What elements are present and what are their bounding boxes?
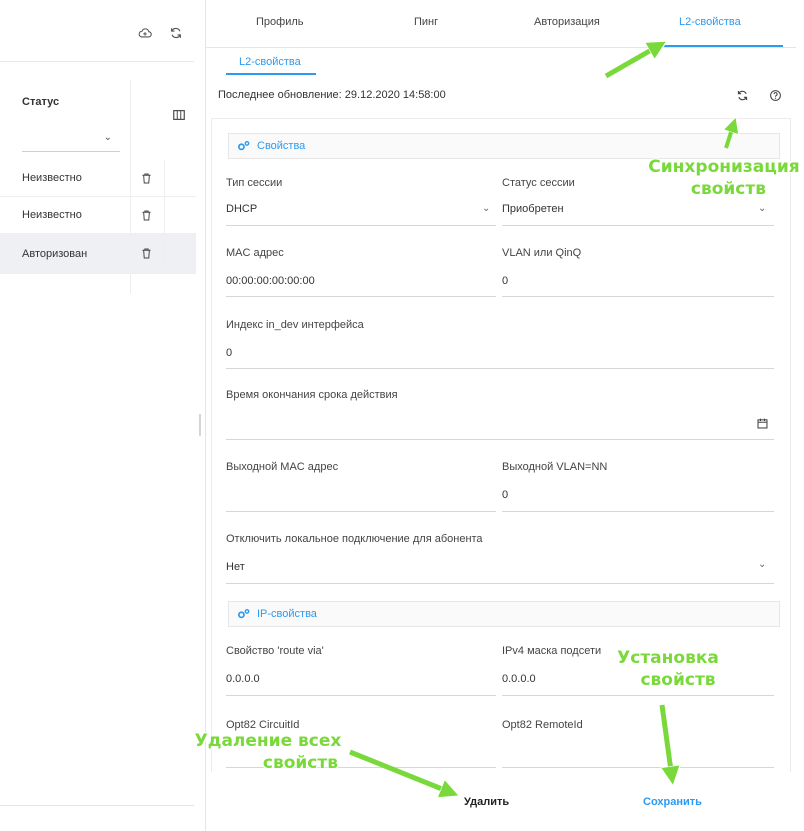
- route-via-label: Свойство 'route via': [226, 645, 324, 657]
- disable-local-label: Отключить локальное подключение для абон…: [226, 533, 483, 545]
- active-tab-indicator: [663, 45, 783, 47]
- table-row-selected[interactable]: Авторизован: [0, 234, 196, 274]
- annotation-line: свойств: [262, 753, 338, 773]
- out-mac-label: Выходной MAC адрес: [226, 461, 339, 473]
- cloud-add-icon[interactable]: [136, 24, 154, 42]
- ipv4-mask-value: 0.0.0.0: [502, 673, 536, 685]
- columns-icon[interactable]: [172, 108, 188, 124]
- route-via-value: 0.0.0.0: [226, 673, 260, 685]
- trash-icon[interactable]: [138, 246, 154, 262]
- vlan-qinq-label: VLAN или QinQ: [502, 247, 582, 259]
- annotation-line: свойств: [640, 670, 716, 690]
- row-status: Неизвестно: [22, 172, 82, 184]
- field-underline: [226, 583, 774, 584]
- status-filter-select[interactable]: ⌄: [22, 130, 120, 152]
- field-underline: [502, 695, 774, 696]
- left-panel: Статус ⌄ Неизвестно Неизвестно Авторизов…: [0, 0, 196, 831]
- mac-address-value: 00:00:00:00:00:00: [226, 275, 315, 287]
- disable-local-value: Нет: [226, 561, 245, 573]
- annotation-line: свойств: [690, 179, 766, 199]
- field-underline: [226, 439, 774, 440]
- form-footer: Удалить Сохранить: [206, 778, 796, 831]
- table-row[interactable]: Неизвестно: [0, 197, 196, 234]
- refresh-icon[interactable]: [167, 24, 185, 42]
- field-underline: [226, 695, 496, 696]
- left-toolbar: [0, 0, 194, 62]
- section-title: Свойства: [257, 140, 306, 152]
- vlan-qinq-value: 0: [502, 275, 509, 287]
- right-panel: Профиль Пинг Авторизация L2-свойства L2-…: [205, 0, 804, 831]
- left-bottom-divider: [0, 805, 194, 806]
- field-underline: [226, 296, 496, 297]
- row-divider: [164, 197, 165, 233]
- help-icon[interactable]: [767, 87, 783, 103]
- calendar-icon[interactable]: [756, 417, 770, 431]
- tab-bar: Профиль Пинг Авторизация L2-свойства: [206, 0, 796, 48]
- chevron-down-icon: ⌄: [758, 559, 767, 570]
- field-underline: [502, 511, 774, 512]
- refresh-icon[interactable]: [734, 87, 750, 103]
- opt82-remote-label: Opt82 RemoteId: [502, 719, 583, 731]
- delete-button[interactable]: Удалить: [464, 796, 509, 808]
- last-update-text: Последнее обновление: 29.12.2020 14:58:0…: [218, 89, 446, 101]
- field-underline: [226, 511, 496, 512]
- chevron-down-icon: ⌄: [482, 203, 491, 214]
- chevron-down-icon: ⌄: [758, 203, 767, 214]
- subtab-l2-properties[interactable]: L2-свойства: [239, 56, 301, 68]
- field-underline: [502, 296, 774, 297]
- annotation-sync: Синхронизация свойств: [644, 156, 804, 200]
- session-type-label: Тип сессии: [226, 177, 283, 189]
- save-button[interactable]: Сохранить: [643, 796, 702, 808]
- in-dev-index-label: Индекс in_dev интерфейса: [226, 319, 364, 331]
- subtab-indicator: [226, 73, 316, 75]
- out-vlan-label: Выходной VLAN=NN: [502, 461, 608, 473]
- gears-icon: [237, 608, 251, 620]
- status-column-label: Статус: [22, 96, 60, 108]
- field-underline: [226, 368, 774, 369]
- tab-l2-properties[interactable]: L2-свойства: [679, 16, 741, 28]
- session-status-value: Приобретен: [502, 203, 564, 215]
- trash-icon[interactable]: [138, 207, 154, 223]
- expiry-time-label: Время окончания срока действия: [226, 389, 398, 401]
- field-underline: [502, 767, 774, 768]
- tab-authorization[interactable]: Авторизация: [534, 16, 600, 28]
- row-divider: [164, 160, 165, 196]
- section-title: IP-свойства: [257, 608, 317, 620]
- row-status: Авторизован: [22, 247, 88, 260]
- section-ip-properties-header[interactable]: IP-свойства: [228, 601, 780, 627]
- tab-ping[interactable]: Пинг: [414, 16, 438, 28]
- annotation-set: Установка свойств: [600, 647, 736, 691]
- in-dev-index-value: 0: [226, 347, 233, 359]
- field-underline: [226, 225, 496, 226]
- session-status-label: Статус сессии: [502, 177, 575, 189]
- annotation-line: Синхронизация: [648, 157, 800, 177]
- annotation-line: Удаление всех: [194, 731, 342, 751]
- out-vlan-value: 0: [502, 489, 509, 501]
- chevron-down-icon: ⌄: [103, 132, 112, 143]
- table-row[interactable]: Неизвестно: [0, 160, 196, 197]
- gears-icon: [237, 140, 251, 152]
- panel-splitter[interactable]: [199, 414, 201, 436]
- tab-profile[interactable]: Профиль: [256, 16, 304, 28]
- session-type-value: DHCP: [226, 203, 258, 215]
- ipv4-mask-label: IPv4 маска подсети: [502, 645, 602, 657]
- mac-address-label: MAC адрес: [226, 247, 284, 259]
- annotation-line: Установка: [617, 648, 719, 668]
- trash-icon[interactable]: [138, 170, 154, 186]
- row-status: Неизвестно: [22, 209, 82, 221]
- annotation-delete-all: Удаление всех свойств: [188, 730, 348, 774]
- field-underline: [502, 225, 774, 226]
- row-divider: [164, 234, 165, 270]
- status-column-header: Статус ⌄: [0, 80, 194, 156]
